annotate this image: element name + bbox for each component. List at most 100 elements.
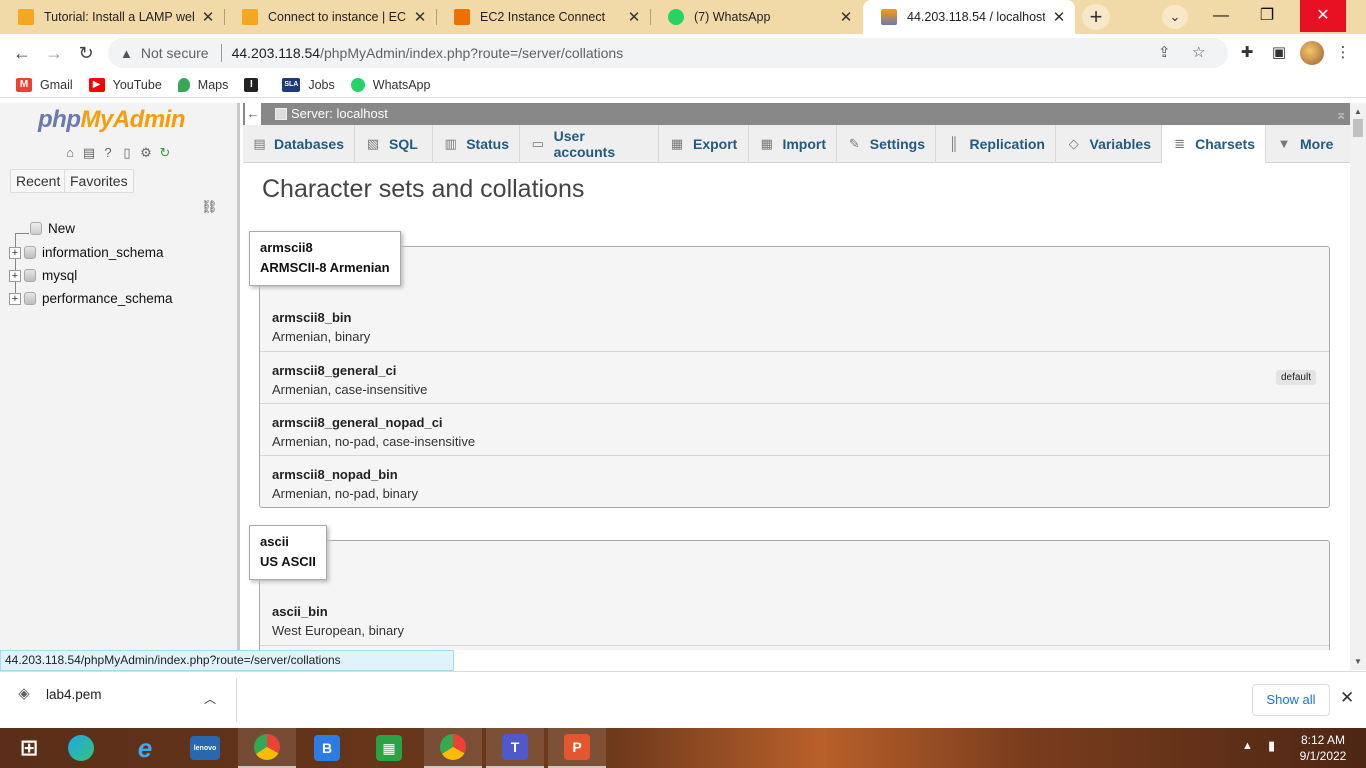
tab-import[interactable]: ▦ Import	[749, 125, 837, 163]
taskbar-internet-explorer[interactable]: e	[116, 728, 174, 768]
link-status-bubble: 44.203.118.54/phpMyAdmin/index.php?route…	[0, 650, 454, 671]
tab-variables[interactable]: ◇ Variables	[1056, 125, 1162, 163]
page-scrollbar[interactable]: ▲ ▼	[1350, 103, 1366, 670]
extensions-puzzle-icon[interactable]: ✚	[1234, 40, 1260, 66]
tree-label[interactable]: mysql	[42, 268, 77, 283]
tab-status[interactable]: ▥ Status	[433, 125, 520, 163]
link-with-main-icon[interactable]: ⛓	[201, 199, 218, 215]
menu-kebab-icon[interactable]: ⋮	[1330, 40, 1356, 66]
tab-databases[interactable]: ▤ Databases	[243, 125, 355, 163]
close-downloads-icon[interactable]: ✕	[1340, 688, 1354, 708]
taskbar-lenovo[interactable]: lenovo	[176, 728, 234, 768]
new-tab-button[interactable]: +	[1082, 4, 1110, 30]
back-button[interactable]: ←	[8, 40, 36, 66]
help-icon[interactable]: ?	[100, 145, 116, 161]
tray-chevron-icon[interactable]: ▲	[1242, 740, 1253, 752]
bookmark-jobs[interactable]: SLA Jobs	[282, 77, 335, 92]
bookmark-unnamed[interactable]: I	[244, 77, 266, 92]
reload-button[interactable]: ↻	[72, 40, 100, 66]
close-tab-icon[interactable]: ✕	[412, 8, 428, 26]
chevron-up-icon[interactable]: ︿	[204, 690, 216, 707]
side-panel-icon[interactable]: ▣	[1266, 40, 1292, 66]
youtube-icon: ▶	[88, 77, 105, 92]
expand-icon[interactable]: +	[9, 292, 21, 305]
minimize-button[interactable]: —	[1198, 0, 1244, 32]
docs-icon[interactable]: ▯	[119, 145, 135, 161]
scroll-thumb[interactable]	[1353, 119, 1363, 137]
reload-nav-icon[interactable]: ↻	[157, 145, 173, 161]
close-tab-icon[interactable]: ✕	[200, 8, 216, 26]
start-button[interactable]: ⊞	[0, 728, 58, 768]
tab-settings[interactable]: ✎ Settings	[837, 125, 936, 163]
download-filename[interactable]: lab4.pem	[46, 687, 102, 702]
close-tab-icon[interactable]: ✕	[838, 8, 854, 26]
restore-button[interactable]: ❐	[1244, 0, 1290, 32]
server-label[interactable]: Server: localhost	[291, 103, 388, 125]
taskbar-teams[interactable]: T	[486, 728, 544, 768]
scroll-up-icon[interactable]: ▲	[1350, 107, 1366, 116]
settings-gear-icon[interactable]: ⚙	[138, 145, 154, 161]
browser-tab[interactable]: Connect to instance | EC2 M ✕	[224, 0, 436, 34]
url-path: /phpMyAdmin/index.php?route=/server/coll…	[320, 45, 624, 61]
address-bar[interactable]: ▲ Not secure 44.203.118.54 /phpMyAdmin/i…	[108, 38, 1228, 68]
taskbar-app-p[interactable]: P	[548, 728, 606, 768]
collation-name: armscii8_general_nopad_ci	[272, 415, 443, 430]
tree-label[interactable]: performance_schema	[42, 291, 173, 306]
tab-title: Tutorial: Install a LAMP web	[44, 10, 194, 24]
close-tab-icon[interactable]: ✕	[626, 8, 642, 26]
bookmark-gmail[interactable]: M Gmail	[16, 77, 73, 92]
tab-user-accounts[interactable]: ▭ User accounts	[520, 125, 659, 163]
logo-myadmin: MyAdmin	[80, 106, 185, 133]
bookmark-maps[interactable]: Maps	[177, 77, 228, 92]
browser-tab[interactable]: (7) WhatsApp ✕	[650, 0, 862, 34]
tab-sql[interactable]: ▧ SQL	[355, 125, 433, 163]
bookmark-star-icon[interactable]: ☆	[1192, 38, 1205, 68]
tree-item-database[interactable]: + information_schema	[0, 245, 164, 260]
browser-tab-active[interactable]: 44.203.118.54 / localhost | p ✕	[863, 0, 1075, 34]
expand-icon[interactable]: +	[9, 246, 21, 259]
favorites-button[interactable]: Favorites	[64, 169, 134, 193]
download-item[interactable]: ◈ lab4.pem	[16, 686, 102, 702]
close-tab-icon[interactable]: ✕	[1051, 8, 1067, 26]
tab-charsets[interactable]: ≣ Charsets	[1162, 125, 1266, 163]
tree-label[interactable]: information_schema	[42, 245, 164, 260]
share-icon[interactable]: ⇪	[1158, 38, 1171, 68]
taskbar-chrome-2[interactable]	[424, 728, 482, 768]
security-label[interactable]: Not secure	[141, 45, 209, 61]
home-icon[interactable]: ⌂	[62, 145, 78, 161]
tree-item-new[interactable]: New	[0, 221, 75, 236]
tree-label: New	[48, 221, 76, 236]
tab-replication[interactable]: ║ Replication	[936, 125, 1056, 163]
taskbar-clock[interactable]: 8:12 AM 9/1/2022	[1290, 732, 1356, 764]
scroll-down-icon[interactable]: ▼	[1350, 657, 1366, 666]
close-window-button[interactable]: ✕	[1300, 0, 1346, 32]
tree-item-database[interactable]: + mysql	[0, 268, 77, 283]
taskbar-edge[interactable]	[52, 728, 110, 768]
warning-triangle-icon[interactable]: ▲	[120, 46, 133, 61]
tab-export[interactable]: ▦ Export	[659, 125, 749, 163]
tree-item-database[interactable]: + performance_schema	[0, 291, 173, 306]
recent-button[interactable]: Recent	[10, 169, 67, 193]
collapse-nav-arrow-icon[interactable]: ←	[245, 103, 261, 125]
tab-search-button[interactable]: ⌄	[1162, 5, 1188, 29]
profile-avatar[interactable]	[1300, 41, 1324, 65]
database-icon	[24, 269, 36, 282]
taskbar-app[interactable]: B	[298, 728, 356, 768]
taskbar-store[interactable]: ▦	[360, 728, 418, 768]
expand-icon[interactable]: +	[9, 269, 21, 282]
browser-tab[interactable]: Tutorial: Install a LAMP web ✕	[0, 0, 224, 34]
logout-icon[interactable]: ▤	[81, 145, 97, 161]
taskbar-chrome[interactable]	[238, 728, 296, 768]
forward-button[interactable]: →	[40, 40, 68, 66]
tab-more[interactable]: ▼ More	[1266, 125, 1350, 163]
phpmyadmin-logo[interactable]: phpMyAdmin	[38, 106, 185, 134]
bookmark-youtube[interactable]: ▶ YouTube	[88, 77, 162, 92]
battery-icon[interactable]: ▮	[1268, 738, 1275, 754]
caret-down-icon: ▼	[1277, 136, 1291, 151]
tab-title: EC2 Instance Connect	[480, 10, 606, 24]
charset-fieldset: armscii8_bin Armenian, binary armscii8_g…	[259, 246, 1330, 508]
collapse-topmenu-icon[interactable]: ⌅	[1335, 103, 1347, 125]
browser-tab[interactable]: EC2 Instance Connect ✕	[436, 0, 650, 34]
bookmark-whatsapp[interactable]: WhatsApp	[350, 77, 430, 92]
show-all-button[interactable]: Show all	[1252, 684, 1330, 716]
